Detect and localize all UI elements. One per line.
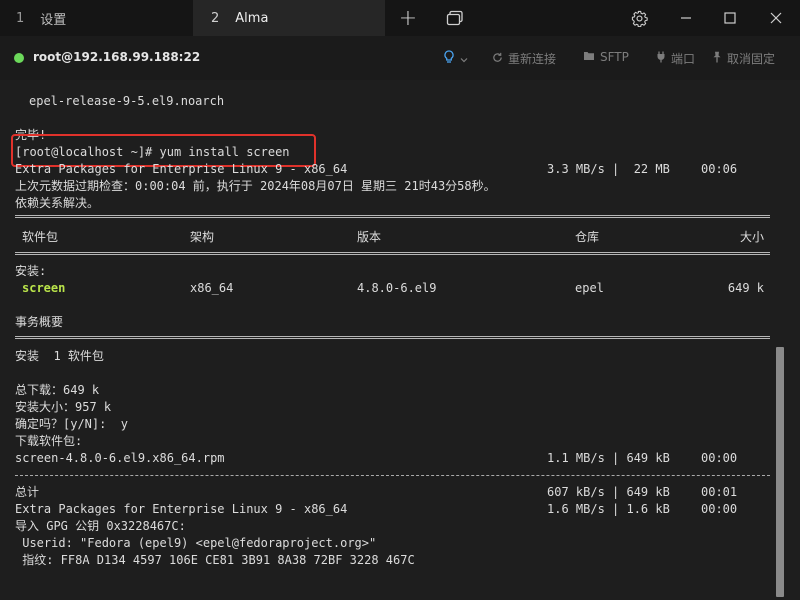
download-time: 00:01 xyxy=(701,485,738,499)
gear-icon[interactable] xyxy=(627,0,651,36)
terminal-line: 事务概要 xyxy=(15,315,64,329)
table-divider xyxy=(15,475,770,476)
folder-icon xyxy=(583,50,595,64)
terminal-line: 下载软件包: xyxy=(15,434,83,448)
table-divider xyxy=(15,252,770,255)
maximize-icon[interactable] xyxy=(720,0,740,36)
terminal-line: Userid: "Fedora (epel9) <epel@fedoraproj… xyxy=(15,536,377,550)
package-arch: x86_64 xyxy=(190,281,234,295)
port-label: 端口 xyxy=(671,52,696,66)
download-speed: 607 kB/s | 649 kB xyxy=(547,485,670,499)
terminal-line: 上次元数据过期检查：0:00:04 前，执行于 2024年08月07日 星期三 … xyxy=(15,179,496,193)
column-header-repo: 仓库 xyxy=(575,230,600,244)
tab-label: 设置 xyxy=(40,12,67,28)
rpm-file-name: screen-4.8.0-6.el9.x86_64.rpm xyxy=(15,451,225,465)
terminal-line: Extra Packages for Enterprise Linux 9 - … xyxy=(15,501,770,518)
tab-number: 1 xyxy=(16,10,25,26)
tab-list-icon[interactable] xyxy=(443,0,467,36)
repo-name: Extra Packages for Enterprise Linux 9 - … xyxy=(15,502,348,516)
sftp-label: SFTP xyxy=(600,50,629,64)
terminal-line: 依赖关系解决。 xyxy=(15,196,100,210)
column-header-version: 版本 xyxy=(357,230,382,244)
reconnect-label: 重新连接 xyxy=(508,52,557,66)
connection-bar: root@192.168.99.188:22 重新连接 SFTP 端口 取消固定 xyxy=(0,36,800,80)
tab-label: Alma xyxy=(235,10,269,26)
connection-host: root@192.168.99.188:22 xyxy=(33,50,201,64)
total-label: 总计 xyxy=(15,485,40,499)
download-time: 00:06 xyxy=(701,162,738,176)
table-header: 软件包 架构 版本 仓库 大小 xyxy=(15,229,770,246)
highlight-menu-button[interactable] xyxy=(443,50,468,67)
bulb-icon xyxy=(443,50,455,67)
repo-name: Extra Packages for Enterprise Linux 9 - … xyxy=(15,162,348,176)
terminal-line: 确定吗？[y/N]: y xyxy=(15,417,129,431)
terminal-line: 总下载：649 k xyxy=(15,383,100,397)
minimize-icon[interactable] xyxy=(676,0,696,36)
terminal-line: 指纹: FF8A D134 4597 106E CE81 3B91 8A38 7… xyxy=(15,553,415,567)
terminal-line: Extra Packages for Enterprise Linux 9 - … xyxy=(15,161,770,178)
download-speed: 1.1 MB/s | 649 kB xyxy=(547,451,670,465)
tab-number: 2 xyxy=(211,10,220,26)
table-row: screen x86_64 4.8.0-6.el9 epel 649 k xyxy=(15,280,770,297)
pin-icon xyxy=(712,51,722,66)
download-time: 00:00 xyxy=(701,502,738,516)
terminal-line: epel-release-9-5.el9.noarch xyxy=(29,94,225,108)
terminal-line: 导入 GPG 公钥 0x3228467C: xyxy=(15,519,186,533)
table-divider xyxy=(15,215,770,218)
column-header-package: 软件包 xyxy=(22,230,59,244)
tab-alma[interactable]: 2 Alma xyxy=(193,0,385,36)
download-speed: 1.6 MB/s | 1.6 kB xyxy=(547,502,670,516)
sftp-button[interactable]: SFTP xyxy=(583,50,629,64)
download-speed: 3.3 MB/s | 22 MB xyxy=(547,162,670,176)
unpin-button[interactable]: 取消固定 xyxy=(712,50,775,67)
plug-icon xyxy=(656,51,666,66)
port-forward-button[interactable]: 端口 xyxy=(656,50,695,67)
refresh-icon xyxy=(492,52,503,66)
tab-settings[interactable]: 1 设置 xyxy=(0,0,192,36)
package-name: screen xyxy=(22,281,66,295)
table-divider xyxy=(15,336,770,339)
terminal-line: 总计 607 kB/s | 649 kB 00:01 xyxy=(15,484,770,501)
chevron-down-icon xyxy=(460,52,468,66)
close-icon[interactable] xyxy=(766,0,786,36)
tab-bar: 1 设置 2 Alma + xyxy=(0,0,800,36)
package-version: 4.8.0-6.el9 xyxy=(357,281,437,295)
unpin-label: 取消固定 xyxy=(727,52,776,66)
terminal-line: screen-4.8.0-6.el9.x86_64.rpm 1.1 MB/s |… xyxy=(15,450,770,467)
column-header-arch: 架构 xyxy=(190,230,215,244)
connection-status-indicator xyxy=(14,53,24,63)
new-tab-button[interactable]: + xyxy=(396,0,420,36)
scrollbar-thumb[interactable] xyxy=(776,347,784,597)
column-header-size: 大小 xyxy=(739,230,764,244)
terminal-line: 安装大小：957 k xyxy=(15,400,112,414)
package-size: 649 k xyxy=(727,281,764,295)
terminal-line: 安装 1 软件包 xyxy=(15,349,104,363)
download-time: 00:00 xyxy=(701,451,738,465)
terminal-line: 安装: xyxy=(15,264,47,278)
reconnect-button[interactable]: 重新连接 xyxy=(492,50,556,67)
package-repo: epel xyxy=(575,281,604,295)
